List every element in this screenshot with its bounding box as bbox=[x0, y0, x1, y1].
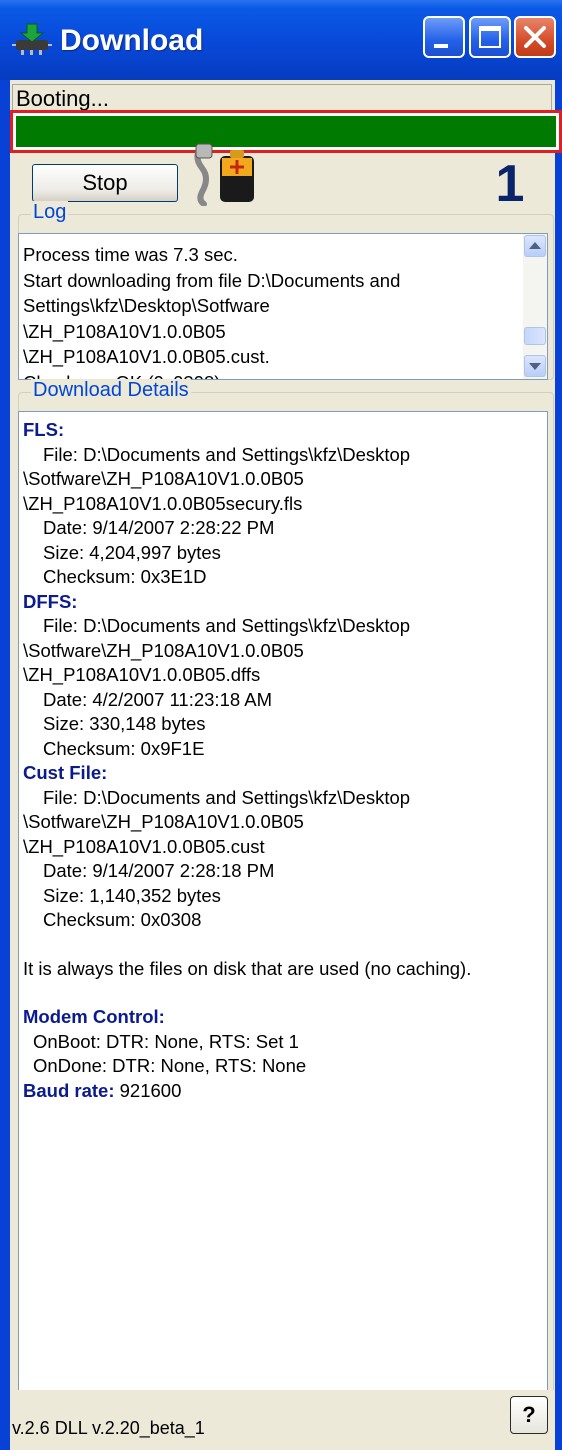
fls-heading: FLS: bbox=[23, 419, 65, 440]
maximize-button[interactable] bbox=[469, 16, 511, 58]
modem-onboot: OnBoot: DTR: None, RTS: Set 1 bbox=[33, 1030, 299, 1052]
cust-file-cont: \ZH_P108A10V1.0.0B05.cust bbox=[23, 835, 265, 857]
minimize-icon bbox=[434, 44, 448, 48]
cust-checksum: Checksum: 0x0308 bbox=[43, 909, 202, 930]
cust-file-cont: \Sotfware\ZH_P108A10V1.0.0B05 bbox=[23, 811, 304, 832]
window-client: Booting... Stop 1 Log Process time was 7… bbox=[10, 80, 562, 1442]
log-textbox[interactable]: Process time was 7.3 sec. Start download… bbox=[18, 233, 548, 380]
cust-file: File: D:\Documents and Settings\kfz\Desk… bbox=[43, 786, 411, 808]
log-legend: Log bbox=[31, 201, 69, 224]
caching-note: It is always the files on disk that are … bbox=[23, 957, 472, 979]
dffs-checksum: Checksum: 0x9F1E bbox=[43, 737, 205, 759]
details-text: FLS: File: D:\Documents and Settings\kfz… bbox=[23, 418, 543, 1103]
download-details-box: FLS: File: D:\Documents and Settings\kfz… bbox=[18, 411, 548, 1429]
dffs-size: Size: 330,148 bytes bbox=[43, 713, 206, 734]
log-line: \ZH_P108A10V1.0.0B05 bbox=[23, 320, 226, 342]
baud-rate: Baud rate: 921600 bbox=[23, 1079, 543, 1104]
log-lines: Process time was 7.3 sec. Start download… bbox=[23, 242, 503, 379]
close-icon bbox=[522, 24, 548, 55]
fls-size: Size: 4,204,997 bytes bbox=[43, 541, 221, 563]
close-button[interactable] bbox=[514, 16, 556, 58]
dffs-date: Date: 4/2/2007 11:23:18 AM bbox=[43, 688, 273, 710]
fls-file-cont: \ZH_P108A10V1.0.0B05secury.fls bbox=[23, 492, 303, 514]
cust-size: Size: 1,140,352 bytes bbox=[43, 884, 221, 906]
progress-fill bbox=[16, 116, 556, 147]
chevron-down-icon bbox=[529, 363, 541, 370]
log-line: Settings\kfz\Desktop\Sotfware bbox=[23, 295, 270, 316]
log-scrollbar[interactable] bbox=[523, 234, 547, 379]
log-line: Start downloading from file D:\Documents… bbox=[23, 269, 401, 291]
baud-label: Baud rate: bbox=[23, 1079, 115, 1101]
scroll-down-button[interactable] bbox=[524, 355, 546, 377]
window-title: Download bbox=[60, 24, 204, 57]
dffs-heading: DFFS: bbox=[23, 590, 78, 612]
cust-heading: Cust File: bbox=[23, 762, 108, 783]
fls-file-cont: \Sotfware\ZH_P108A10V1.0.0B05 bbox=[23, 468, 304, 489]
baud-value: 921600 bbox=[119, 1079, 182, 1101]
device-counter: 1 bbox=[495, 155, 525, 213]
battery-cable-icon bbox=[190, 142, 258, 207]
modem-ondone: OnDone: DTR: None, RTS: None bbox=[33, 1055, 307, 1076]
download-window: Download Booting... Stop 1 Log Process t… bbox=[0, 0, 562, 1450]
help-button[interactable]: ? bbox=[510, 1396, 548, 1434]
fls-checksum: Checksum: 0x3E1D bbox=[43, 566, 207, 587]
dffs-file-cont: \ZH_P108A10V1.0.0B05.dffs bbox=[23, 664, 261, 685]
title-bar[interactable]: Download bbox=[0, 0, 562, 80]
maximize-icon bbox=[479, 26, 501, 48]
progress-bar bbox=[10, 110, 562, 153]
chip-download-icon bbox=[12, 22, 52, 58]
fls-date: Date: 9/14/2007 2:28:22 PM bbox=[43, 517, 275, 538]
dffs-file-cont: \Sotfware\ZH_P108A10V1.0.0B05 bbox=[23, 639, 304, 661]
chevron-up-icon bbox=[529, 242, 541, 249]
cust-date: Date: 9/14/2007 2:28:18 PM bbox=[43, 860, 275, 881]
log-line: \ZH_P108A10V1.0.0B05.cust. bbox=[23, 346, 270, 367]
status-footer: v.2.6 DLL v.2.20_beta_1 ? bbox=[10, 1390, 555, 1450]
minimize-button[interactable] bbox=[423, 16, 465, 58]
dffs-file: File: D:\Documents and Settings\kfz\Desk… bbox=[43, 615, 411, 636]
scroll-up-button[interactable] bbox=[524, 235, 546, 257]
modem-heading: Modem Control: bbox=[23, 1006, 165, 1027]
scroll-thumb[interactable] bbox=[524, 327, 546, 345]
stop-button[interactable]: Stop bbox=[32, 164, 178, 202]
version-label: v.2.6 DLL v.2.20_beta_1 bbox=[12, 1418, 205, 1438]
fls-file: File: D:\Documents and Settings\kfz\Desk… bbox=[43, 443, 411, 465]
details-legend: Download Details bbox=[31, 379, 191, 402]
log-line: Process time was 7.3 sec. bbox=[23, 244, 238, 265]
